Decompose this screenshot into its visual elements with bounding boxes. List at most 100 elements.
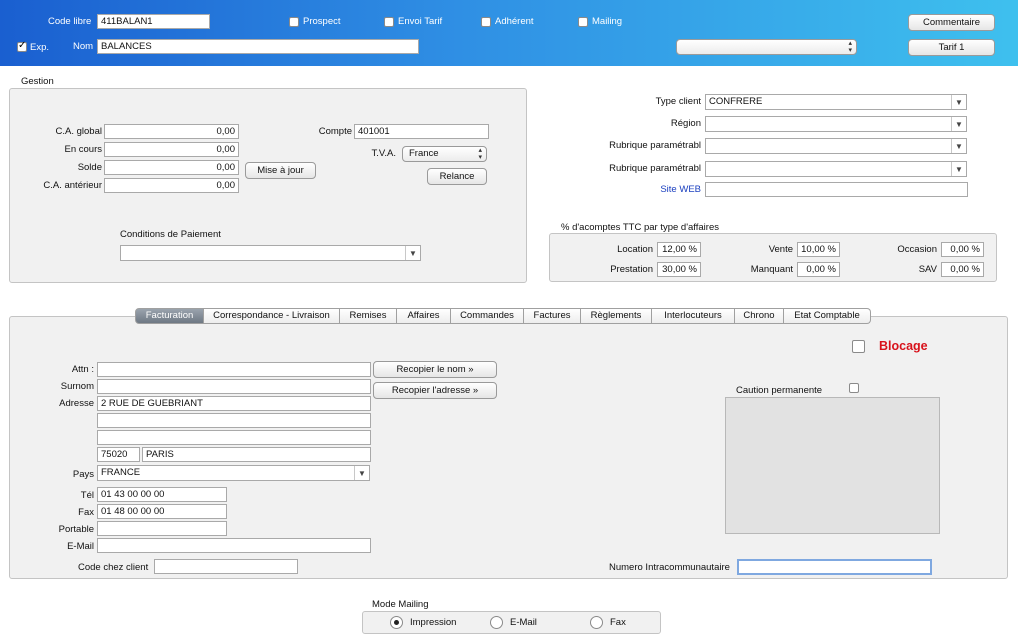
attn-field[interactable] xyxy=(97,362,371,377)
tarif-button[interactable]: Tarif 1 xyxy=(908,39,995,56)
nom-label: Nom xyxy=(73,41,94,52)
radio-email[interactable] xyxy=(490,616,503,629)
occasion-field[interactable]: 0,00 % xyxy=(941,242,984,257)
radio-fax[interactable] xyxy=(590,616,603,629)
manquant-field[interactable]: 0,00 % xyxy=(797,262,840,277)
compte-field[interactable]: 401001 xyxy=(354,124,489,139)
adresse-label: Adresse xyxy=(59,398,94,409)
dropdown-arrow-icon[interactable]: ▼ xyxy=(405,246,420,260)
radio-email-label: E-Mail xyxy=(510,617,537,628)
solde-label: Solde xyxy=(77,162,102,173)
dropdown-arrow-icon[interactable]: ▼ xyxy=(951,139,966,153)
tab-correspondance-livraison[interactable]: Correspondance - Livraison xyxy=(204,308,340,324)
surnom-field[interactable] xyxy=(97,379,371,394)
email-field[interactable] xyxy=(97,538,371,553)
tel-label: Tél xyxy=(80,490,94,501)
updown-arrows-icon: ▴ ▾ xyxy=(848,40,852,54)
commentaire-button[interactable]: Commentaire xyxy=(908,14,995,31)
dropdown-arrow-icon[interactable]: ▼ xyxy=(354,466,369,480)
code-chez-client-field[interactable] xyxy=(154,559,298,574)
surnom-label: Surnom xyxy=(60,381,94,392)
adherent-checkbox[interactable] xyxy=(481,17,491,27)
radio-fax-label: Fax xyxy=(610,617,626,628)
dropdown-arrow-icon[interactable]: ▼ xyxy=(951,117,966,131)
tva-select[interactable]: France ▴ ▾ xyxy=(402,146,487,162)
pays-value: FRANCE xyxy=(101,467,141,478)
tab-reglements[interactable]: Règlements xyxy=(581,308,652,324)
recopier-nom-button[interactable]: Recopier le nom » xyxy=(373,361,497,378)
nom-field[interactable]: BALANCES xyxy=(97,39,419,54)
mise-a-jour-button[interactable]: Mise à jour xyxy=(245,162,316,179)
location-field[interactable]: 12,00 % xyxy=(657,242,701,257)
code-chez-client-label: Code chez client xyxy=(78,562,149,573)
prestation-field[interactable]: 30,00 % xyxy=(657,262,701,277)
tab-affaires[interactable]: Affaires xyxy=(397,308,451,324)
site-web-link[interactable]: Site WEB xyxy=(580,184,701,196)
tel-field[interactable]: 01 43 00 00 00 xyxy=(97,487,227,502)
numero-intra-field[interactable] xyxy=(737,559,932,575)
gestion-title: Gestion xyxy=(21,76,54,87)
caution-notes-box[interactable] xyxy=(725,397,940,534)
ca-anterieur-field[interactable]: 0,00 xyxy=(104,178,239,193)
prospect-checkbox[interactable] xyxy=(289,17,299,27)
fax-label: Fax xyxy=(78,507,94,518)
ca-anterieur-label: C.A. antérieur xyxy=(43,180,102,191)
prospect-label: Prospect xyxy=(303,16,341,27)
code-libre-label: Code libre xyxy=(48,16,92,27)
solde-field[interactable]: 0,00 xyxy=(104,160,239,175)
radio-impression[interactable] xyxy=(390,616,403,629)
prestation-label: Prestation xyxy=(610,264,653,275)
rubrique1-combo[interactable]: ▼ xyxy=(705,138,967,154)
tab-factures[interactable]: Factures xyxy=(524,308,581,324)
adresse-line3-field[interactable] xyxy=(97,430,371,445)
caution-permanente-checkbox[interactable] xyxy=(849,383,859,393)
relance-button[interactable]: Relance xyxy=(427,168,487,185)
adresse-line1-field[interactable]: 2 RUE DE GUEBRIANT xyxy=(97,396,371,411)
mailing-label: Mailing xyxy=(592,16,623,27)
manquant-label: Manquant xyxy=(750,264,793,275)
fax-field[interactable]: 01 48 00 00 00 xyxy=(97,504,227,519)
vente-label: Vente xyxy=(768,244,793,255)
mailing-checkbox[interactable] xyxy=(578,17,588,27)
tab-facturation[interactable]: Facturation xyxy=(135,308,204,324)
portable-label: Portable xyxy=(58,524,94,535)
envoi-tarif-checkbox[interactable] xyxy=(384,17,394,27)
rubrique2-label: Rubrique paramétrabl xyxy=(609,163,701,174)
code-postal-field[interactable]: 75020 xyxy=(97,447,140,462)
tab-etat-comptable[interactable]: Etat Comptable xyxy=(784,308,871,324)
region-combo[interactable]: ▼ xyxy=(705,116,967,132)
dropdown-arrow-icon[interactable]: ▼ xyxy=(951,162,966,176)
tab-chrono[interactable]: Chrono xyxy=(735,308,784,324)
exp-checkbox[interactable]: ✓ xyxy=(17,40,27,52)
site-web-field[interactable] xyxy=(705,182,968,197)
code-libre-field[interactable]: 411BALAN1 xyxy=(97,14,210,29)
recopier-adresse-button[interactable]: Recopier l'adresse » xyxy=(373,382,497,399)
tab-commandes[interactable]: Commandes xyxy=(451,308,524,324)
rubrique2-combo[interactable]: ▼ xyxy=(705,161,967,177)
ville-field[interactable]: PARIS xyxy=(142,447,371,462)
pays-label: Pays xyxy=(72,469,94,480)
ca-global-field[interactable]: 0,00 xyxy=(104,124,239,139)
type-client-combo[interactable]: CONFRERE ▼ xyxy=(705,94,967,110)
en-cours-field[interactable]: 0,00 xyxy=(104,142,239,157)
tab-interlocuteurs[interactable]: Interlocuteurs xyxy=(652,308,735,324)
conditions-paiement-combo[interactable]: ▼ xyxy=(120,245,421,261)
tab-remises[interactable]: Remises xyxy=(340,308,397,324)
en-cours-label: En cours xyxy=(64,144,103,155)
sav-field[interactable]: 0,00 % xyxy=(941,262,984,277)
pays-combo[interactable]: FRANCE ▼ xyxy=(97,465,370,481)
portable-field[interactable] xyxy=(97,521,227,536)
blocage-checkbox[interactable] xyxy=(852,340,865,353)
header-select[interactable]: ▴ ▾ xyxy=(676,39,857,55)
numero-intra-label: Numero Intracommunautaire xyxy=(609,562,730,573)
vente-field[interactable]: 10,00 % xyxy=(797,242,840,257)
radio-impression-label: Impression xyxy=(410,617,457,628)
checkmark-icon: ✓ xyxy=(18,40,27,51)
ca-global-label: C.A. global xyxy=(55,126,102,137)
header-band xyxy=(0,0,1018,66)
dropdown-arrow-icon[interactable]: ▼ xyxy=(951,95,966,109)
conditions-paiement-label: Conditions de Paiement xyxy=(120,229,221,240)
adresse-line2-field[interactable] xyxy=(97,413,371,428)
tva-select-value: France xyxy=(409,148,439,159)
type-client-value: CONFRERE xyxy=(709,96,763,107)
